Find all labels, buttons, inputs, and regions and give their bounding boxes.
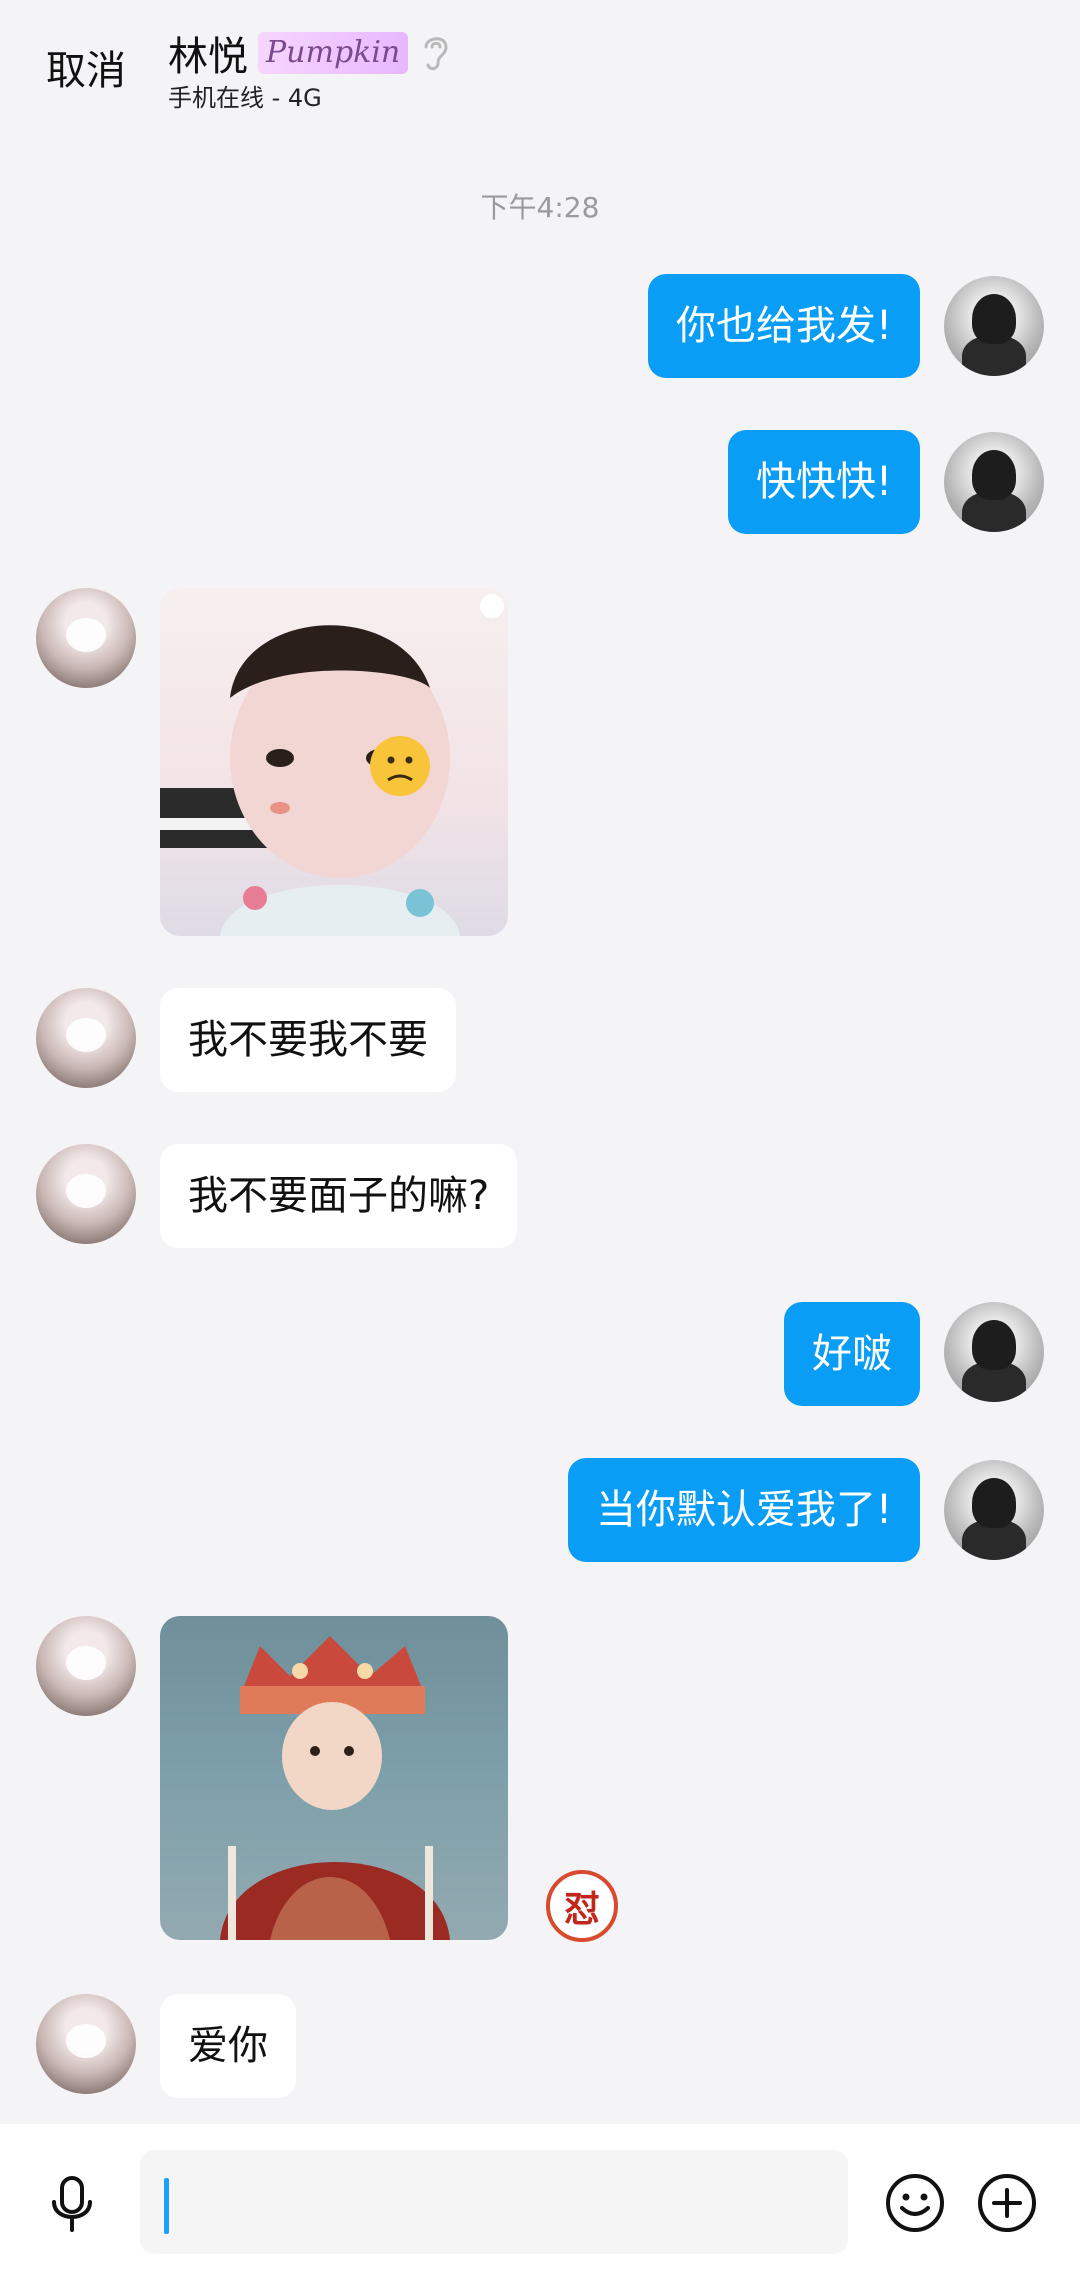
incoming-message[interactable]: 我不要面子的嘛? [160, 1144, 518, 1248]
my-avatar[interactable] [944, 432, 1044, 532]
input-bar [0, 2124, 1080, 2280]
mic-icon[interactable] [44, 2174, 100, 2234]
contact-avatar[interactable] [36, 988, 136, 1088]
outgoing-message[interactable]: 当你默认爱我了! [567, 1458, 920, 1562]
outgoing-message[interactable]: 你也给我发! [647, 274, 920, 378]
outgoing-message[interactable]: 快快快! [727, 430, 920, 534]
contact-avatar[interactable] [36, 588, 136, 688]
timestamp: 下午4:28 [480, 191, 600, 224]
baby-sticker-image [160, 594, 504, 936]
sticker-image[interactable] [160, 588, 508, 936]
outgoing-message[interactable]: 好啵 [784, 1302, 920, 1406]
cancel-button[interactable]: 取消 [46, 38, 126, 96]
contact-avatar[interactable] [36, 1144, 136, 1244]
my-avatar[interactable] [944, 1460, 1044, 1560]
name-badge: Pumpkin [258, 32, 409, 74]
my-avatar[interactable] [944, 1302, 1044, 1402]
sticker-image[interactable] [160, 1616, 508, 1940]
contact-avatar[interactable] [36, 1994, 136, 2094]
reaction-sticker-icon[interactable]: 怼 [546, 1870, 618, 1942]
plus-icon[interactable] [976, 2172, 1038, 2234]
incoming-message[interactable]: 我不要我不要 [160, 988, 456, 1092]
message-input[interactable] [140, 2150, 848, 2254]
costume-sticker-image [220, 1636, 450, 1940]
my-avatar[interactable] [944, 276, 1044, 376]
text-caret [164, 2178, 169, 2234]
emoji-icon[interactable] [884, 2172, 946, 2234]
ear-icon[interactable] [418, 31, 452, 75]
chat-header: 取消 林悦 Pumpkin 手机在线 - 4G [0, 0, 1080, 130]
online-status: 手机在线 - 4G [168, 84, 322, 112]
incoming-message[interactable]: 爱你 [160, 1994, 296, 2098]
contact-avatar[interactable] [36, 1616, 136, 1716]
title-row[interactable]: 林悦 Pumpkin [168, 24, 452, 82]
contact-name[interactable]: 林悦 [168, 24, 248, 82]
